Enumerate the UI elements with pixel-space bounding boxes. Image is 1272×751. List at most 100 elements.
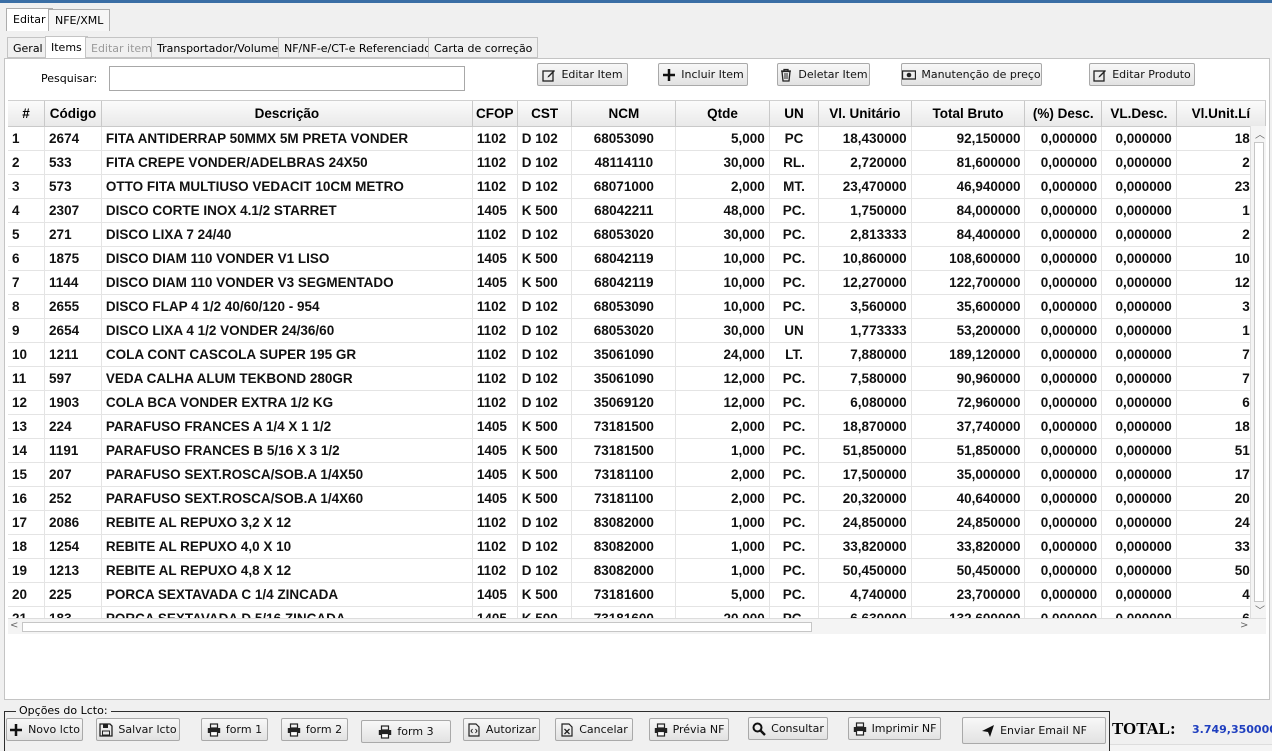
table-row[interactable]: 20 225 PORCA SEXTAVADA C 1/4 ZINCADA 1405 K … bbox=[8, 582, 1266, 607]
table-row[interactable]: 6 1875 DISCO DIAM 110 VONDER V1 LISO 1405 K … bbox=[8, 246, 1266, 271]
table-row[interactable]: 13 224 PARAFUSO FRANCES A 1/4 X 1 1/2 1405 K… bbox=[8, 414, 1266, 439]
save-entry-button[interactable]: Salvar lcto bbox=[96, 718, 180, 741]
authorize-button[interactable]: Autorizar bbox=[463, 718, 540, 741]
send-email-nf-button[interactable]: Enviar Email NF bbox=[962, 717, 1106, 744]
table-row[interactable]: 7 1144 DISCO DIAM 110 VONDER V3 SEGMENTADO… bbox=[8, 270, 1266, 295]
horizontal-scroll-thumb[interactable] bbox=[22, 622, 812, 632]
table-cell: PC. bbox=[769, 582, 820, 607]
table-cell: 1102 bbox=[472, 174, 518, 199]
scroll-left-icon[interactable]: < bbox=[10, 620, 18, 631]
header-col-vl-desc[interactable]: VL.Desc. bbox=[1101, 101, 1177, 127]
consult-button[interactable]: Consultar bbox=[748, 717, 828, 740]
header-col-vl-unit-liq[interactable]: Vl.Unit.Lí bbox=[1176, 101, 1266, 127]
table-cell: 1,773333 bbox=[818, 318, 912, 343]
header-col-total-bruto[interactable]: Total Bruto bbox=[911, 101, 1026, 127]
vertical-scroll-thumb[interactable] bbox=[1254, 142, 1264, 602]
trash-icon bbox=[781, 68, 792, 82]
table-row[interactable]: 19 1213 REBITE AL REPUXO 4,8 X 12 1102 D 102… bbox=[8, 558, 1266, 583]
tab-nfe-xml[interactable]: NFE/XML bbox=[48, 9, 111, 31]
table-row[interactable]: 1 2674 FITA ANTIDERRAP 50MMX 5M PRETA VOND… bbox=[8, 126, 1266, 151]
tab-editar[interactable]: Editar bbox=[6, 8, 53, 31]
search-input[interactable] bbox=[109, 66, 465, 91]
table-row[interactable]: 18 1254 REBITE AL REPUXO 4,0 X 10 1102 D 102… bbox=[8, 534, 1266, 559]
save-entry-label: Salvar lcto bbox=[118, 723, 177, 736]
table-row[interactable]: 14 1191 PARAFUSO FRANCES B 5/16 X 3 1/2 140… bbox=[8, 438, 1266, 463]
form1-button[interactable]: form 1 bbox=[201, 718, 268, 741]
table-row[interactable]: 4 2307 DISCO CORTE INOX 4.1/2 STARRET 1405 K… bbox=[8, 198, 1266, 223]
header-col-ncm[interactable]: NCM bbox=[571, 101, 677, 127]
table-cell: 68053090 bbox=[571, 294, 677, 319]
print-nf-button[interactable]: Imprimir NF bbox=[848, 717, 941, 740]
total-value: 3.749,350000 bbox=[1192, 723, 1272, 736]
table-row[interactable]: 8 2655 DISCO FLAP 4 1/2 40/60/120 - 954 110… bbox=[8, 294, 1266, 319]
header-col-desc-pct[interactable]: (%) Desc. bbox=[1024, 101, 1103, 127]
items-grid[interactable]: # Código Descrição CFOP CST NCM Qtde UN Vl. Unit… bbox=[8, 100, 1266, 618]
header-col-cst[interactable]: CST bbox=[517, 101, 573, 127]
header-col-un[interactable]: UN bbox=[769, 101, 820, 127]
table-cell: 10,860000 bbox=[818, 246, 912, 271]
tab-carta-correcao[interactable]: Carta de correção bbox=[428, 37, 539, 58]
table-row[interactable]: 9 2654 DISCO LIXA 4 1/2 VONDER 24/36/60 110… bbox=[8, 318, 1266, 343]
header-col-descricao[interactable]: Descrição bbox=[101, 101, 473, 127]
code-file-icon bbox=[468, 722, 480, 737]
form2-button[interactable]: form 2 bbox=[281, 718, 348, 741]
form3-button[interactable]: form 3 bbox=[361, 720, 451, 743]
scroll-down-icon[interactable]: ﹀ bbox=[1255, 602, 1265, 617]
table-cell: 0,000000 bbox=[1024, 582, 1103, 607]
horizontal-scrollbar[interactable]: < > bbox=[8, 618, 1266, 634]
vertical-scrollbar[interactable]: ︿ ﹀ bbox=[1250, 126, 1266, 618]
table-row[interactable]: 11 597 VEDA CALHA ALUM TEKBOND 280GR 1102 D … bbox=[8, 366, 1266, 391]
scroll-right-icon[interactable]: > bbox=[1240, 620, 1248, 631]
scroll-up-icon[interactable]: ︿ bbox=[1255, 126, 1265, 141]
table-cell: PARAFUSO SEXT.ROSCA/SOB.A 1/4X60 bbox=[101, 486, 473, 511]
table-row[interactable]: 21 183 PORCA SEXTAVADA D 5/16 ZINCADA 1405 K… bbox=[8, 606, 1266, 618]
table-cell: PC bbox=[769, 126, 820, 151]
table-cell: 23,470000 bbox=[818, 174, 912, 199]
table-row[interactable]: 2 533 FITA CREPE VONDER/ADELBRAS 24X50 1102… bbox=[8, 150, 1266, 175]
table-cell: 573 bbox=[44, 174, 102, 199]
table-row[interactable]: 12 1903 COLA BCA VONDER EXTRA 1/2 KG 1102 D … bbox=[8, 390, 1266, 415]
table-cell: PORCA SEXTAVADA C 1/4 ZINCADA bbox=[101, 582, 473, 607]
table-row[interactable]: 15 207 PARAFUSO SEXT.ROSCA/SOB.A 1/4X50 140… bbox=[8, 462, 1266, 487]
table-header-row: # Código Descrição CFOP CST NCM Qtde UN Vl. Unit… bbox=[8, 101, 1266, 127]
tab-geral[interactable]: Geral bbox=[7, 37, 49, 58]
price-maintenance-button[interactable]: Manutenção de preço bbox=[901, 63, 1042, 86]
table-cell: 68042119 bbox=[571, 246, 677, 271]
table-row[interactable]: 10 1211 COLA CONT CASCOLA SUPER 195 GR 1102… bbox=[8, 342, 1266, 367]
table-cell: 2307 bbox=[44, 198, 102, 223]
tab-transportador-volumes[interactable]: Transportador/Volumes bbox=[151, 37, 290, 58]
tab-items[interactable]: Items bbox=[45, 36, 88, 59]
table-row[interactable]: 16 252 PARAFUSO SEXT.ROSCA/SOB.A 1/4X60 140… bbox=[8, 486, 1266, 511]
tab-referenciados[interactable]: NF/NF-e/CT-e Referenciados bbox=[278, 37, 443, 58]
table-cell: COLA BCA VONDER EXTRA 1/2 KG bbox=[101, 390, 473, 415]
table-cell: 0,000000 bbox=[1024, 318, 1103, 343]
new-entry-button[interactable]: Novo lcto bbox=[6, 718, 83, 741]
header-col-codigo[interactable]: Código bbox=[44, 101, 102, 127]
header-col-number[interactable]: # bbox=[8, 101, 46, 127]
table-cell: PC. bbox=[769, 222, 820, 247]
table-cell: 5,000 bbox=[675, 126, 770, 151]
edit-product-button[interactable]: Editar Produto bbox=[1089, 63, 1195, 86]
table-cell: 1405 bbox=[472, 270, 518, 295]
table-cell: 81,600000 bbox=[911, 150, 1026, 175]
table-cell: 0,000000 bbox=[1101, 390, 1177, 415]
table-cell: D 102 bbox=[517, 390, 573, 415]
table-row[interactable]: 5 271 DISCO LIXA 7 24/40 1102 D 102 68053020 3… bbox=[8, 222, 1266, 247]
header-col-vl-unitario[interactable]: Vl. Unitário bbox=[818, 101, 912, 127]
cancel-button[interactable]: Cancelar bbox=[555, 718, 633, 741]
preview-nf-button[interactable]: Prévia NF bbox=[649, 718, 729, 741]
header-col-cfop[interactable]: CFOP bbox=[472, 101, 518, 127]
table-cell: 83082000 bbox=[571, 534, 677, 559]
edit-item-button[interactable]: Editar Item bbox=[537, 63, 628, 86]
table-cell: 68042119 bbox=[571, 270, 677, 295]
table-cell: PC. bbox=[769, 438, 820, 463]
table-row[interactable]: 3 573 OTTO FITA MULTIUSO VEDACIT 10CM METR… bbox=[8, 174, 1266, 199]
delete-item-button[interactable]: Deletar Item bbox=[777, 63, 870, 86]
bottom-scrollbar[interactable] bbox=[1110, 744, 1272, 751]
add-item-button[interactable]: Incluir Item bbox=[658, 63, 748, 86]
table-row[interactable]: 17 2086 REBITE AL REPUXO 3,2 X 12 1102 D 102… bbox=[8, 510, 1266, 535]
table-cell: 7 bbox=[8, 270, 46, 295]
table-cell: 0,000000 bbox=[1101, 414, 1177, 439]
table-cell: 0,000000 bbox=[1024, 246, 1103, 271]
header-col-qtde[interactable]: Qtde bbox=[675, 101, 770, 127]
